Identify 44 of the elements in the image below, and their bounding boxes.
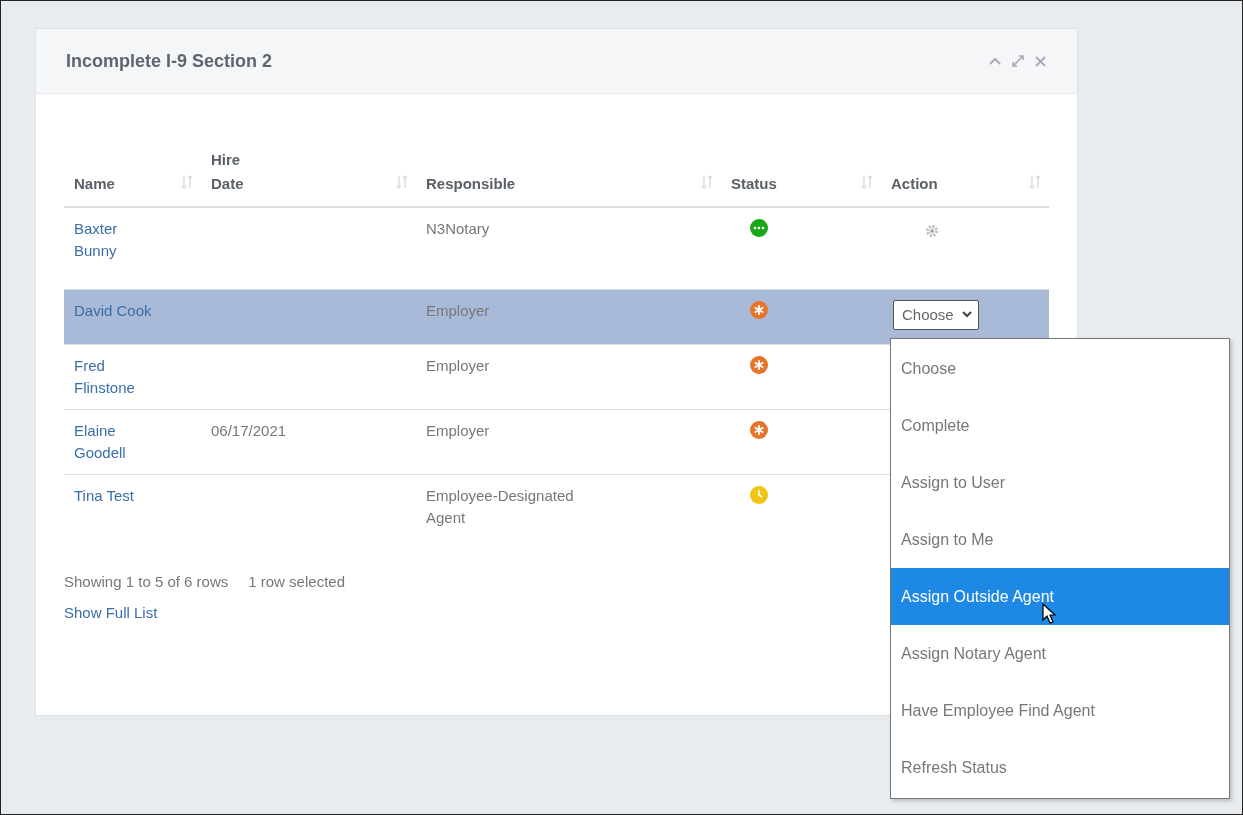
employee-link[interactable]: Tina Test [74, 484, 135, 507]
show-full-list-link[interactable]: Show Full List [64, 603, 158, 621]
responsible-cell-text: Employer [426, 420, 490, 441]
dropdown-option[interactable]: Refresh Status [891, 739, 1229, 796]
responsible-cell-text: Employer [426, 300, 490, 321]
cursor-icon [1042, 603, 1058, 625]
dropdown-option[interactable]: Assign Notary Agent [891, 625, 1229, 682]
dropdown-option[interactable]: Complete [891, 397, 1229, 454]
collapse-icon[interactable] [988, 56, 1002, 66]
dropdown-option[interactable]: Choose [891, 341, 1229, 397]
status-icon [749, 354, 769, 375]
responsible-cell-text: Employer [426, 355, 490, 376]
clock-icon [749, 484, 769, 505]
sort-icon[interactable] [861, 174, 873, 190]
sort-icon[interactable] [396, 174, 408, 190]
dropdown-option[interactable]: Assign to User [891, 454, 1229, 511]
panel-title: Incomplete I-9 Section 2 [66, 50, 273, 72]
expand-icon[interactable] [1010, 53, 1026, 69]
status-icon [749, 419, 769, 440]
dropdown-option[interactable]: Have Employee Find Agent [891, 682, 1229, 739]
status-icon [749, 218, 769, 238]
close-icon[interactable] [1034, 54, 1047, 68]
dropdown-option[interactable]: Assign to Me [891, 511, 1229, 568]
action-select[interactable]: Choose [893, 299, 979, 330]
status-icon [749, 299, 769, 320]
hire-date: 06/17/2021 [211, 421, 287, 439]
pagination-info: Showing 1 to 5 of 6 rows [64, 572, 229, 590]
sort-icon[interactable] [181, 174, 193, 190]
column-header[interactable]: Responsible [426, 172, 516, 196]
responsible-cell-text: N3Notary [426, 219, 490, 239]
column-header[interactable]: Hire Date [211, 148, 261, 196]
sort-icon[interactable] [1029, 174, 1041, 190]
column-header[interactable]: Name [74, 172, 115, 196]
responsible-cell-text: Employee-Designated Agent [426, 485, 575, 528]
column-header[interactable]: Status [731, 172, 777, 196]
sort-icon[interactable] [701, 174, 713, 190]
employee-link[interactable]: Baxter Bunny [74, 218, 160, 262]
gear-icon[interactable] [925, 224, 939, 238]
employee-link[interactable]: Elaine Goodell [74, 419, 160, 464]
column-header[interactable]: Action [891, 172, 938, 196]
selection-info: 1 row selected [248, 572, 345, 590]
dropdown-option[interactable]: Assign Outside Agent [891, 568, 1229, 625]
chevron-icon [961, 311, 972, 318]
employee-link[interactable]: Fred Flinstone [74, 354, 160, 399]
